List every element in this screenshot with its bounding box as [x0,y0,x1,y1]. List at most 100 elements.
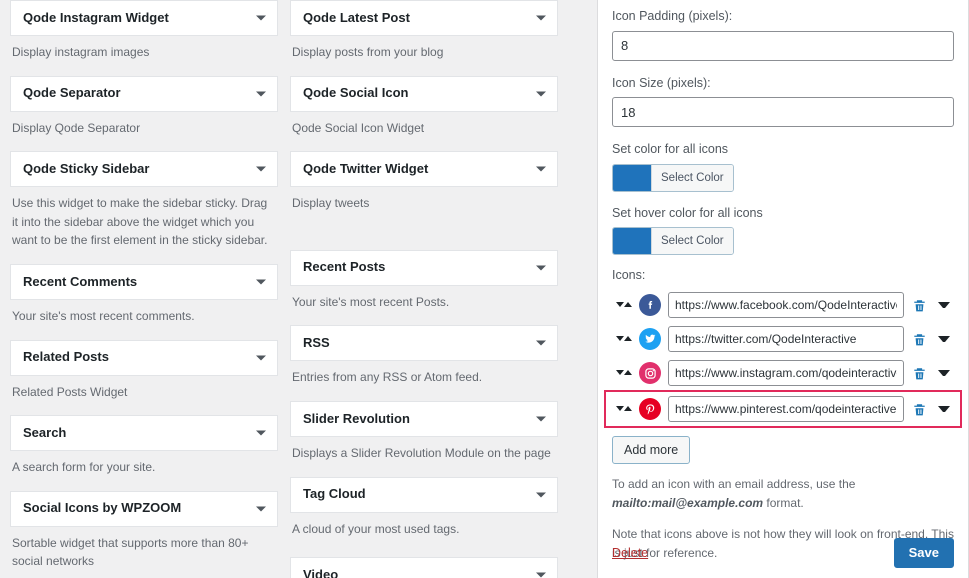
icon-row-instagram [612,356,954,390]
widget-title: Social Icons by WPZOOM [23,500,182,516]
widget-card-search[interactable]: Search [10,415,278,452]
widget-card-qode-separator[interactable]: Qode Separator [10,75,278,112]
chevron-down-icon[interactable] [938,302,950,308]
icons-list [604,288,962,428]
chevron-down-icon[interactable] [536,416,546,422]
sort-arrows-icon[interactable] [616,332,632,346]
widget-title: Slider Revolution [303,410,410,426]
chevron-down-icon[interactable] [256,430,266,436]
widget-card-qode-twitter-widget[interactable]: Qode Twitter Widget [290,151,558,188]
widget-block: RSS Entries from any RSS or Atom feed. [290,325,558,391]
panel-footer: Delete Save [612,537,954,568]
chevron-down-icon[interactable] [256,15,266,21]
widgets-admin-screen: Qode Instagram Widget Display instagram … [0,0,969,578]
chevron-down-icon[interactable] [256,91,266,97]
widget-card-related-posts[interactable]: Related Posts [10,339,278,376]
widget-settings-panel: Icon Padding (pixels): Icon Size (pixels… [597,0,969,578]
widget-block: Recent Posts Your site's most recent Pos… [290,249,558,316]
icon-hover-color-group: Set hover color for all icons Select Col… [612,205,954,258]
icon-padding-field-group: Icon Padding (pixels): [612,0,954,61]
chevron-down-icon[interactable] [938,336,950,342]
icon-url-input-pinterest[interactable] [668,396,904,422]
chevron-down-icon[interactable] [256,506,266,512]
icon-url-input-facebook[interactable] [668,292,904,318]
widget-block: Search A search form for your site. [10,415,278,481]
widget-card-recent-comments[interactable]: Recent Comments [10,263,278,300]
color-swatch [613,164,651,191]
icon-row-facebook [612,288,954,322]
save-button[interactable]: Save [893,537,954,568]
chevron-down-icon[interactable] [536,340,546,346]
chevron-down-icon[interactable] [536,15,546,21]
widget-block: Video Displays a video from the media li… [290,557,558,578]
mailto-help-after: format. [763,496,804,511]
sort-arrows-icon[interactable] [616,402,632,416]
widget-block: Qode Separator Display Qode Separator [10,75,278,142]
sort-arrows-icon[interactable] [616,366,632,380]
delete-icon[interactable] [911,329,927,349]
widget-column-left: Qode Instagram Widget Display instagram … [10,0,278,578]
chevron-down-icon[interactable] [938,370,950,376]
icon-hover-color-picker-button[interactable]: Select Color [612,227,734,255]
pinterest-icon [639,398,661,420]
widget-title: Recent Posts [303,259,386,275]
icons-section-label: Icons: [612,268,646,282]
chevron-down-icon[interactable] [536,492,546,498]
widget-card-qode-instagram-widget[interactable]: Qode Instagram Widget [10,0,278,36]
widget-title: Qode Latest Post [303,9,410,25]
widget-card-tag-cloud[interactable]: Tag Cloud [290,476,558,513]
chevron-down-icon[interactable] [938,406,950,412]
widget-block: Qode Latest Post Display posts from your… [290,0,558,66]
instagram-icon [639,362,661,384]
widget-description: Displays a Slider Revolution Module on t… [292,445,551,460]
icon-row-twitter [612,322,954,356]
select-color-label: Select Color [651,164,733,191]
icon-padding-input[interactable] [612,30,954,61]
chevron-down-icon[interactable] [536,572,546,578]
widget-description: Display Qode Separator [12,120,141,135]
widget-description: Use this widget to make the sidebar stic… [12,196,268,248]
widget-card-slider-revolution[interactable]: Slider Revolution [290,400,558,437]
widget-description: Display posts from your blog [292,45,444,59]
mailto-help-before: To add an icon with an email address, us… [612,477,856,492]
icon-size-label: Icon Size (pixels): [612,75,711,90]
widget-card-video[interactable]: Video [290,557,558,578]
chevron-down-icon[interactable] [256,355,266,361]
icon-hover-color-label: Set hover color for all icons [612,205,763,220]
delete-icon[interactable] [911,399,927,419]
delete-icon[interactable] [911,295,927,315]
chevron-down-icon[interactable] [256,166,266,172]
add-more-button[interactable]: Add more [612,436,691,465]
widget-card-qode-social-icon[interactable]: Qode Social Icon [290,75,558,112]
widget-card-qode-sticky-sidebar[interactable]: Qode Sticky Sidebar [10,151,278,188]
widget-card-recent-posts[interactable]: Recent Posts [290,249,558,286]
widget-title: Recent Comments [23,273,138,289]
chevron-down-icon[interactable] [536,91,546,97]
widget-title: Qode Separator [23,85,121,101]
widget-column-right: Qode Latest Post Display posts from your… [290,0,558,578]
chevron-down-icon[interactable] [536,166,546,172]
delete-icon[interactable] [911,363,927,383]
widget-title: RSS [303,334,330,350]
widget-block: Social Icons by WPZOOM Sortable widget t… [10,490,278,575]
widget-block: Qode Sticky Sidebar Use this widget to m… [10,151,278,254]
widget-card-social-icons-by-wpzoom[interactable]: Social Icons by WPZOOM [10,490,278,527]
delete-widget-link[interactable]: Delete [612,546,648,560]
chevron-down-icon[interactable] [256,279,266,285]
icon-size-field-group: Icon Size (pixels): [612,75,954,127]
icon-color-picker-button[interactable]: Select Color [612,163,734,192]
icon-url-input-instagram[interactable] [668,360,904,386]
icon-row-pinterest [604,390,962,428]
widget-card-rss[interactable]: RSS [290,325,558,362]
widget-description: Display tweets [292,196,370,211]
widget-block: Qode Social Icon Qode Social Icon Widget [290,75,558,142]
widget-block: Qode Instagram Widget Display instagram … [10,0,278,66]
widget-title: Search [23,424,67,440]
widget-card-qode-latest-post[interactable]: Qode Latest Post [290,0,558,36]
sort-arrows-icon[interactable] [616,298,632,312]
twitter-icon [639,328,661,350]
widget-title: Related Posts [23,349,109,365]
icon-size-input[interactable] [612,97,954,127]
chevron-down-icon[interactable] [536,265,546,271]
icon-url-input-twitter[interactable] [668,326,904,352]
